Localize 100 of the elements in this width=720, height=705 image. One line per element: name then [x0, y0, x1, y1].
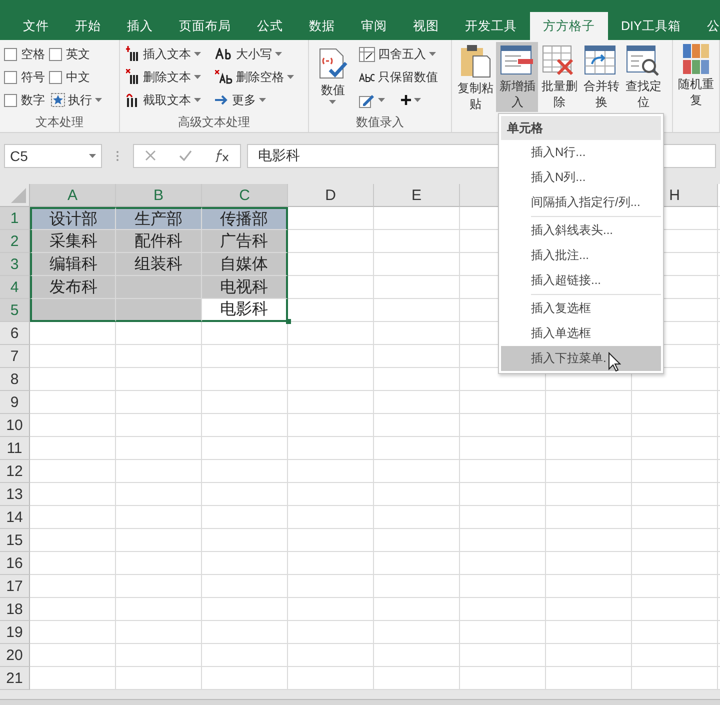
name-box[interactable]: C5 [4, 144, 102, 168]
group-label: 高级文本处理 [176, 114, 251, 131]
checkbox[interactable]: 符号 [4, 68, 45, 86]
column-header[interactable]: D [288, 184, 374, 207]
ribbon-button[interactable]: 删除文本 [124, 68, 203, 86]
ribbon-button[interactable]: 批量删除 [538, 42, 580, 112]
delete-text-icon [126, 69, 140, 85]
column-header[interactable]: C [202, 184, 288, 207]
run-button[interactable]: 执行 [49, 91, 104, 109]
row-header[interactable]: 10 [0, 414, 30, 437]
caret-icon [95, 98, 102, 102]
ribbon-button[interactable]: 只保留数值 [356, 68, 440, 86]
function-icon[interactable] [214, 149, 229, 162]
insert-row-icon [500, 44, 534, 76]
table-cell[interactable]: 组装科 [116, 253, 202, 276]
row-header[interactable]: 5 [0, 299, 30, 322]
row-header[interactable]: 3 [0, 253, 30, 276]
row-header[interactable]: 19 [0, 621, 30, 644]
menu-item[interactable]: 插入下拉菜单. [501, 346, 661, 371]
ribbon-tab[interactable]: 数据 [296, 12, 348, 40]
table-cell[interactable]: 广告科 [202, 230, 288, 253]
table-cell[interactable]: 设计部 [30, 207, 116, 230]
row-header[interactable]: 8 [0, 368, 30, 391]
ribbon-button[interactable]: 数值 [312, 42, 353, 114]
caret-icon [89, 154, 96, 158]
ribbon-tab[interactable]: 公式 [244, 12, 296, 40]
column-header[interactable]: A [30, 184, 116, 207]
ribbon-button[interactable]: 截取文本 [124, 91, 203, 109]
table-cell[interactable]: 配件科 [116, 230, 202, 253]
table-cell[interactable]: 编辑科 [30, 253, 116, 276]
ribbon-button[interactable]: 随机重复 [675, 42, 717, 112]
table-cell[interactable]: 自媒体 [202, 253, 288, 276]
check-icon[interactable] [178, 150, 192, 161]
table-cell[interactable]: 传播部 [202, 207, 288, 230]
abc-icon [358, 72, 375, 82]
row-header[interactable]: 11 [0, 437, 30, 460]
table-cell[interactable] [30, 299, 116, 322]
menu-item[interactable]: 插入斜线表头... [501, 218, 661, 243]
caret-icon [194, 75, 201, 79]
ribbon-button[interactable]: 合并转换 [580, 42, 622, 112]
column-header[interactable]: B [116, 184, 202, 207]
ribbon-button[interactable]: 更多 [212, 91, 296, 109]
fill-handle[interactable] [286, 319, 291, 324]
table-cell[interactable]: 电视科 [202, 276, 288, 299]
ribbon-tab[interactable]: 插入 [114, 12, 166, 40]
star-icon [51, 93, 65, 107]
checkbox[interactable]: 英文 [49, 45, 104, 63]
ribbon-button[interactable]: 复制粘贴 [454, 42, 496, 112]
ribbon-tab[interactable]: 审阅 [348, 12, 400, 40]
table-cell[interactable] [116, 276, 202, 299]
row-header[interactable]: 6 [0, 322, 30, 345]
row-header[interactable]: 2 [0, 230, 30, 253]
row-header[interactable]: 4 [0, 276, 30, 299]
ribbon-button[interactable]: 四舍五入 [356, 45, 440, 63]
ribbon-tab[interactable]: 页面布局 [166, 12, 244, 40]
row-header[interactable]: 9 [0, 391, 30, 414]
row-header[interactable]: 14 [0, 506, 30, 529]
table-cell[interactable]: 电影科 [202, 299, 288, 322]
ribbon-tab[interactable]: 视图 [400, 12, 452, 40]
table-cell[interactable]: 发布科 [30, 276, 116, 299]
ribbon-tab[interactable]: 文件 [10, 12, 62, 40]
ribbon-tab[interactable]: 开发工具 [452, 12, 530, 40]
checkbox[interactable]: 中文 [49, 68, 104, 86]
menu-item[interactable]: 插入超链接... [501, 268, 661, 293]
checkbox[interactable]: 数字 [4, 91, 45, 109]
row-header[interactable]: 17 [0, 575, 30, 598]
menu-item[interactable]: 插入单选框 [501, 321, 661, 346]
ribbon-button[interactable]: 大小写 [212, 45, 296, 63]
ribbon-button[interactable]: 查找定位 [622, 42, 664, 112]
cut-text-icon [126, 92, 140, 108]
table-cell[interactable] [116, 299, 202, 322]
row-header[interactable]: 13 [0, 483, 30, 506]
group-label: 数值录入 [355, 114, 406, 131]
ribbon-button[interactable]: 删除空格 [212, 68, 296, 86]
ribbon-button[interactable]: 新增插入 [496, 42, 538, 112]
ribbon-button[interactable]: 插入文本 [124, 45, 203, 63]
row-header[interactable]: 15 [0, 529, 30, 552]
row-header[interactable]: 21 [0, 667, 30, 690]
row-header[interactable]: 20 [0, 644, 30, 667]
caret-icon [258, 98, 266, 102]
menu-header: 单元格 [501, 116, 661, 140]
ribbon-tab[interactable]: 公 [694, 12, 720, 40]
caret-icon [274, 52, 282, 56]
row-header[interactable]: 16 [0, 552, 30, 575]
row-header[interactable]: 1 [0, 207, 30, 230]
checkbox[interactable]: 空格 [4, 45, 45, 63]
clipboard-icon [459, 44, 492, 78]
column-header[interactable]: E [374, 184, 460, 207]
ribbon-tab[interactable]: 方方格子 [530, 12, 608, 40]
menu-item[interactable]: 插入复选框 [501, 296, 661, 321]
insert-text-icon [126, 46, 140, 62]
menu-item[interactable]: 插入批注... [501, 243, 661, 268]
row-header[interactable]: 7 [0, 345, 30, 368]
cancel-icon[interactable] [145, 150, 156, 161]
table-cell[interactable]: 生产部 [116, 207, 202, 230]
row-header[interactable]: 18 [0, 598, 30, 621]
table-cell[interactable]: 采集科 [30, 230, 116, 253]
ribbon-tab[interactable]: DIY工具箱 [608, 12, 694, 40]
ribbon-tab[interactable]: 开始 [62, 12, 114, 40]
row-header[interactable]: 12 [0, 460, 30, 483]
